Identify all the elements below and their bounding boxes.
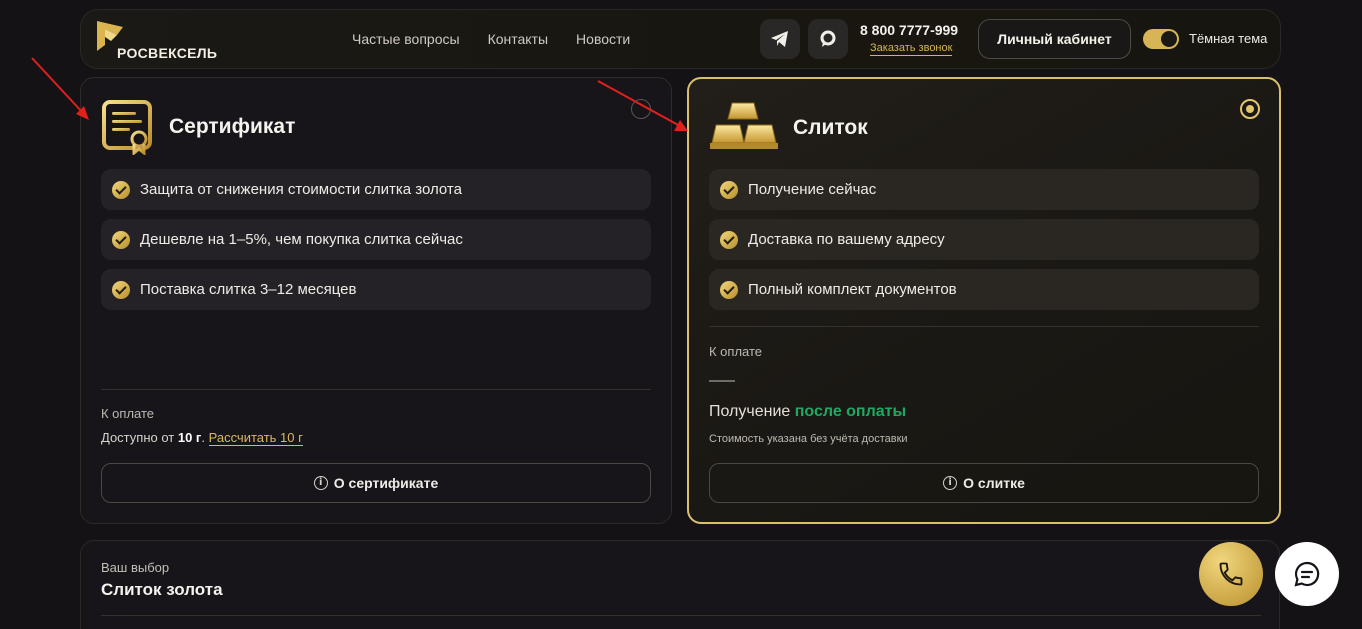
annotation-arrow-bar (597, 80, 688, 131)
annotation-arrows (31, 57, 688, 131)
annotation-arrow-certificate (31, 57, 89, 120)
